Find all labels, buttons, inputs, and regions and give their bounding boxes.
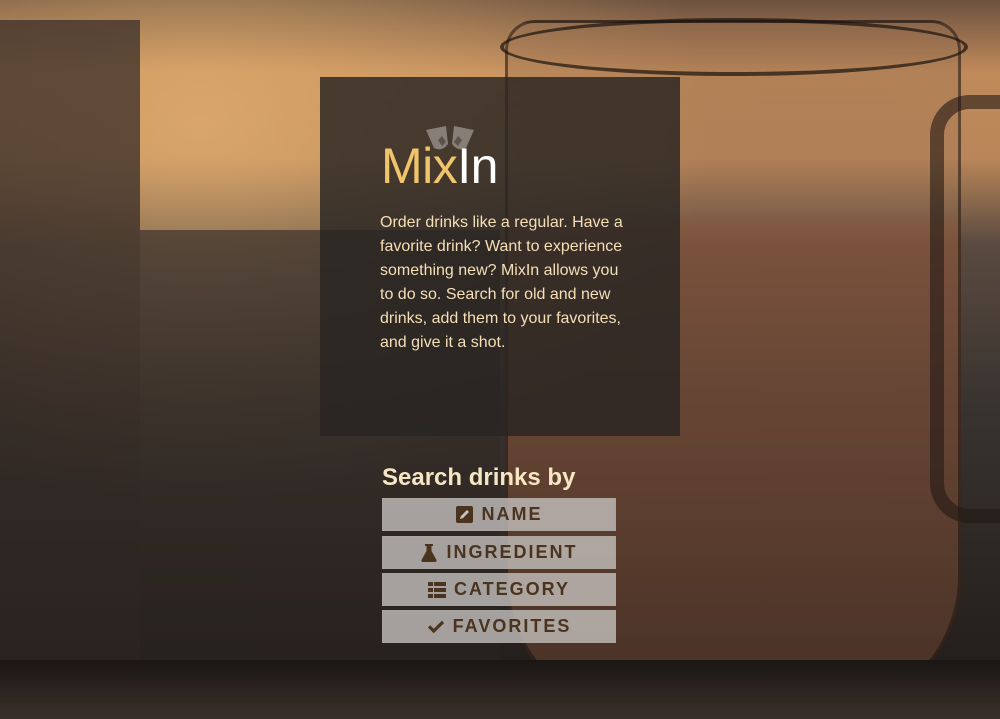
search-by-category-button[interactable]: CATEGORY: [382, 573, 616, 606]
app-title: MixIn: [381, 136, 498, 196]
search-by-favorites-label: FAVORITES: [452, 616, 572, 636]
search-by-name-label: NAME: [481, 504, 543, 524]
list-icon: [427, 581, 446, 599]
search-by-ingredient-button[interactable]: INGREDIENT: [382, 536, 616, 569]
background-window-sill: [0, 660, 1000, 719]
search-by-category-label: CATEGORY: [453, 579, 570, 599]
search-by-name-button[interactable]: NAME: [382, 498, 616, 531]
background-mug-rim: [500, 18, 968, 76]
app-title-part-mix: Mix: [381, 138, 458, 194]
check-icon: [427, 618, 445, 636]
flask-icon: [420, 543, 438, 562]
background-mug-handle: [930, 95, 1000, 523]
background-building: [0, 20, 140, 680]
edit-icon: [456, 506, 474, 524]
search-by-favorites-button[interactable]: FAVORITES: [382, 610, 616, 643]
search-heading: Search drinks by: [382, 464, 576, 491]
app-title-part-in: In: [457, 138, 498, 194]
search-by-ingredient-label: INGREDIENT: [446, 542, 578, 562]
intro-description: Order drinks like a regular. Have a favo…: [380, 214, 623, 351]
